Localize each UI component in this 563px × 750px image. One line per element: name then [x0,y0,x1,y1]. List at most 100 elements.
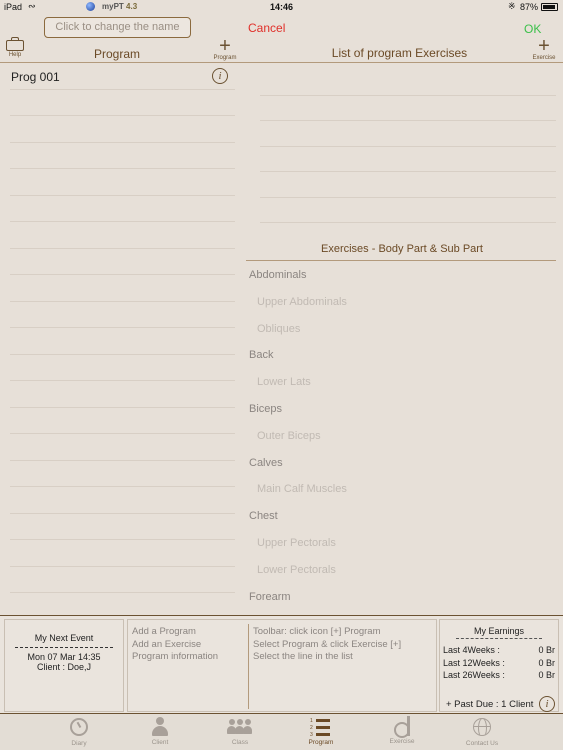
sub-part-item[interactable]: Lower Lats [249,369,556,396]
earnings-period: Last 12Weeks : [443,657,505,668]
empty-row [10,328,235,355]
next-event-title: My Next Event [34,633,94,643]
tab-label: Contact Us [465,740,499,747]
earnings-period: Last 4Weeks : [443,645,500,655]
plus-icon: + [219,35,231,57]
tab-label: Program [308,739,334,746]
tab-bar: Diary Client Class 1 2 3 Program Exercis… [0,714,563,750]
tab-label: Exercise [389,738,415,745]
body-part-item[interactable]: Biceps [249,396,556,423]
group-icon [227,717,253,737]
program-exercises-title: List of program Exercises [331,46,468,60]
tab-class[interactable]: Class [200,716,280,746]
sub-part-item[interactable]: Upper Pectorals [249,530,556,557]
earnings-row: Last 4Weeks : 0 Br [440,645,558,658]
plus-icon: + [538,35,550,57]
add-program-label: Program [213,55,237,61]
person-icon [150,717,170,737]
cancel-button[interactable]: Cancel [248,21,285,35]
empty-row [10,540,235,567]
program-row[interactable]: Prog 001 i [10,63,235,90]
tips-instructions: Toolbar: click icon [+] Program Select P… [253,626,401,664]
tip-instruction: Toolbar: click icon [+] Program [253,626,381,637]
globe-icon [473,718,491,736]
earnings-amount: 0 Br [538,670,555,680]
earnings-row: Last 12Weeks : 0 Br [440,658,558,671]
earnings-row: Last 26Weeks : 0 Br [440,670,558,683]
ok-button[interactable]: OK [524,22,541,36]
body-part-item[interactable]: Forearm [249,584,556,611]
empty-row [10,434,235,461]
numbered-list-icon: 1 2 3 [310,717,332,738]
empty-row [10,249,235,275]
tab-contact-us[interactable]: Contact Us [442,716,522,747]
bottom-panel: My Next Event Mon 07 Mar 14:35 Client : … [0,615,563,714]
battery-icon [541,3,558,11]
next-event-date: Mon 07 Mar 14:35 [27,652,101,662]
add-exercise-button[interactable]: + Exercise [530,35,558,61]
tab-label: Client [151,739,169,746]
body-part-list: Abdominals Upper Abdominals Obliques Bac… [249,262,556,610]
sub-part-item[interactable]: Main Calf Muscles [249,476,556,503]
body-part-item[interactable]: Back [249,342,556,369]
empty-row [260,121,556,147]
past-due-text[interactable]: + Past Due : 1 Client [446,699,533,710]
sub-part-item[interactable]: Lower Pectorals [249,557,556,584]
next-event-client: Client : Doe,J [36,662,92,672]
add-exercise-label: Exercise [532,55,556,61]
tip-instruction: Select Program & click Exercise [+] [253,638,402,650]
sub-part-item[interactable]: Obliques [249,316,556,343]
empty-row [260,172,556,198]
help-label: Help [8,52,22,58]
empty-row [10,567,235,593]
tips-divider [248,624,249,709]
program-name-field[interactable]: Click to change the name [44,17,191,38]
empty-row [10,275,235,302]
earnings-box: My Earnings Last 4Weeks : 0 Br Last 12We… [439,619,559,712]
battery-percent: 87% [520,2,539,12]
help-tips-box: Add a Program Add an Exercise Program in… [127,619,437,712]
info-icon[interactable]: i [539,696,555,712]
empty-row [10,90,235,116]
body-part-item[interactable]: Chest [249,503,556,530]
empty-row [10,487,235,514]
body-part-list-title: Exercises - Body Part & Sub Part [320,243,483,255]
earnings-amount: 0 Br [538,645,555,655]
tip-instruction: Select the line in the list [253,651,353,662]
dashed-divider [456,638,542,639]
earnings-title: My Earnings [473,626,525,636]
program-list-title: Program [93,47,140,61]
empty-row [260,147,556,172]
briefcase-icon [6,37,24,51]
tab-label: Class [231,739,249,746]
tip-action: Add an Exercise [132,638,202,650]
empty-row [10,355,235,381]
tips-actions: Add a Program Add an Exercise Program in… [132,626,218,664]
sub-part-item[interactable]: Upper Abdominals [249,289,556,316]
weightlifter-icon [389,716,415,738]
tab-program[interactable]: 1 2 3 Program [281,716,361,746]
tab-client[interactable]: Client [120,716,200,746]
body-part-item[interactable]: Calves [249,450,556,477]
empty-row [10,302,235,328]
info-icon[interactable]: i [212,68,228,84]
empty-row [10,408,235,434]
program-exercise-list [260,70,556,223]
next-event-box[interactable]: My Next Event Mon 07 Mar 14:35 Client : … [4,619,124,712]
sub-part-item[interactable]: Outer Biceps [249,423,556,450]
status-bar: iPad ∾ myPT 4.3 14:46 ※ 87% [0,0,563,14]
empty-row [10,461,235,487]
tab-exercise[interactable]: Exercise [362,716,442,745]
body-part-item[interactable]: Abdominals [249,262,556,289]
empty-row [10,222,235,249]
tip-action: Add a Program [132,626,196,637]
add-program-button[interactable]: + Program [212,35,238,61]
help-button[interactable]: Help [5,37,25,58]
tab-label: Diary [71,740,87,747]
tab-diary[interactable]: Diary [39,716,119,747]
empty-row [10,169,235,196]
body-part-divider [246,260,556,261]
clock-icon [70,718,88,736]
empty-row [260,198,556,223]
program-list: Prog 001 i [10,63,235,593]
